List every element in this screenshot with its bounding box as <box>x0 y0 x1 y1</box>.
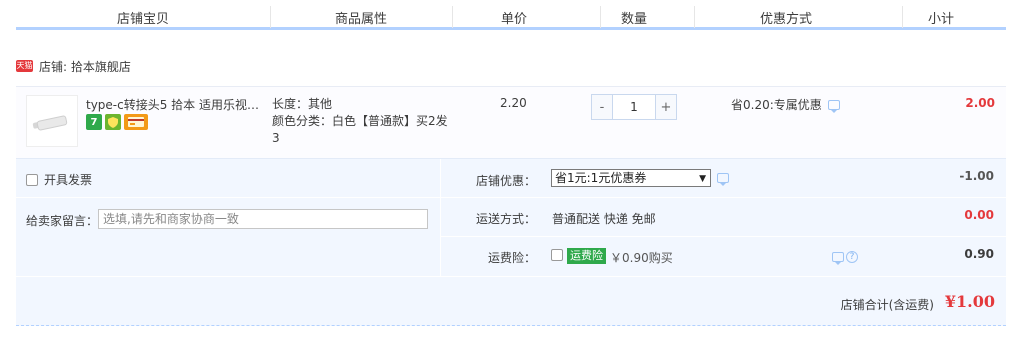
guarantee-icon[interactable] <box>105 114 121 130</box>
divider <box>440 159 441 277</box>
decrease-qty-button[interactable]: - <box>592 95 612 119</box>
header-col-subtotal: 小计 <box>927 12 954 27</box>
help-question-icon[interactable]: ? <box>846 251 858 263</box>
credit-card-icon[interactable] <box>124 114 148 130</box>
header-divider <box>270 6 271 28</box>
header-col-discount: 优惠方式 <box>759 12 812 27</box>
quantity-stepper: - + <box>591 94 677 120</box>
total-label: 店铺合计(含运费) <box>840 298 934 312</box>
shipping-label: 运送方式： <box>475 212 536 226</box>
divider <box>441 236 1006 237</box>
quantity-input[interactable] <box>612 95 656 119</box>
message-label: 给卖家留言： <box>26 214 99 228</box>
insurance-price: ￥0.90购买 <box>610 251 673 265</box>
invoice-option: 开具发票 <box>26 171 92 188</box>
header-col-attrs: 商品属性 <box>334 12 387 27</box>
service-icons: 7 <box>86 114 148 130</box>
insurance-help-icons: ? <box>832 251 858 265</box>
shipping-amount: 0.00 <box>964 208 994 222</box>
dropdown-arrow-icon: ▼ <box>699 174 706 184</box>
invoice-checkbox[interactable] <box>26 173 38 186</box>
table-header: 店铺宝贝 商品属性 单价 数量 优惠方式 小计 <box>16 0 1006 30</box>
header-col-price: 单价 <box>500 12 527 27</box>
invoice-label[interactable]: 开具发票 <box>44 171 92 188</box>
coupon-label: 店铺优惠： <box>475 174 536 188</box>
usb-adapter-shape <box>36 114 68 132</box>
attr-length: 长度：其他 <box>272 97 333 111</box>
header-col-item: 店铺宝贝 <box>116 12 169 27</box>
insurance-badge: 运费险 <box>567 248 606 264</box>
chat-bubble-icon[interactable] <box>717 173 729 186</box>
attr-color: 颜色分类：白色【普通款】买2发3 <box>272 114 448 145</box>
coupon-amount: -1.00 <box>959 169 994 183</box>
product-title-link[interactable]: type-c转接头5 拾本 适用乐视小... <box>86 96 266 113</box>
coupon-select[interactable]: 省1元:1元优惠券 ▼ <box>551 169 711 187</box>
coupon-selected-value: 省1元:1元优惠券 <box>555 171 647 185</box>
shipping-method: 普通配送 快递 免邮 <box>552 212 656 226</box>
shop-total-row: 店铺合计(含运费) ¥1.00 <box>16 276 1006 326</box>
header-divider <box>600 6 601 28</box>
unit-price: 2.20 <box>500 96 527 110</box>
chat-bubble-icon[interactable] <box>827 99 840 113</box>
discount-text: 省0.20:专属优惠 <box>731 98 822 112</box>
seven-day-return-icon[interactable]: 7 <box>86 114 102 130</box>
discount-info: 省0.20:专属优惠 <box>731 96 840 113</box>
total-value: ¥1.00 <box>944 292 995 311</box>
cart-item-row: type-c转接头5 拾本 适用乐视小... 7 长度：其他 颜色分类：白色【普… <box>16 86 1006 158</box>
tmall-icon: 天猫 <box>16 60 33 72</box>
product-thumbnail[interactable] <box>26 95 78 147</box>
chat-bubble-icon[interactable] <box>832 252 844 265</box>
header-divider <box>452 6 453 28</box>
item-subtotal: 2.00 <box>965 96 995 110</box>
header-divider <box>694 6 695 28</box>
header-divider <box>902 6 903 28</box>
product-attributes: 长度：其他 颜色分类：白色【普通款】买2发3 <box>272 96 454 147</box>
divider <box>441 197 1006 198</box>
insurance-checkbox[interactable] <box>551 249 563 261</box>
insurance-label: 运费险： <box>487 251 536 265</box>
increase-qty-button[interactable]: + <box>656 95 676 119</box>
insurance-amount: 0.90 <box>964 247 994 261</box>
shop-line: 天猫 店铺: 拾本旗舰店 <box>16 57 131 75</box>
shop-name[interactable]: 店铺: 拾本旗舰店 <box>39 58 131 75</box>
divider <box>16 197 440 198</box>
order-options: 开具发票 给卖家留言： 选填,请先和商家协商一致 店铺优惠： 省1元:1元优惠券… <box>16 158 1006 277</box>
header-col-qty: 数量 <box>620 12 647 27</box>
seller-message-input[interactable]: 选填,请先和商家协商一致 <box>98 209 428 229</box>
